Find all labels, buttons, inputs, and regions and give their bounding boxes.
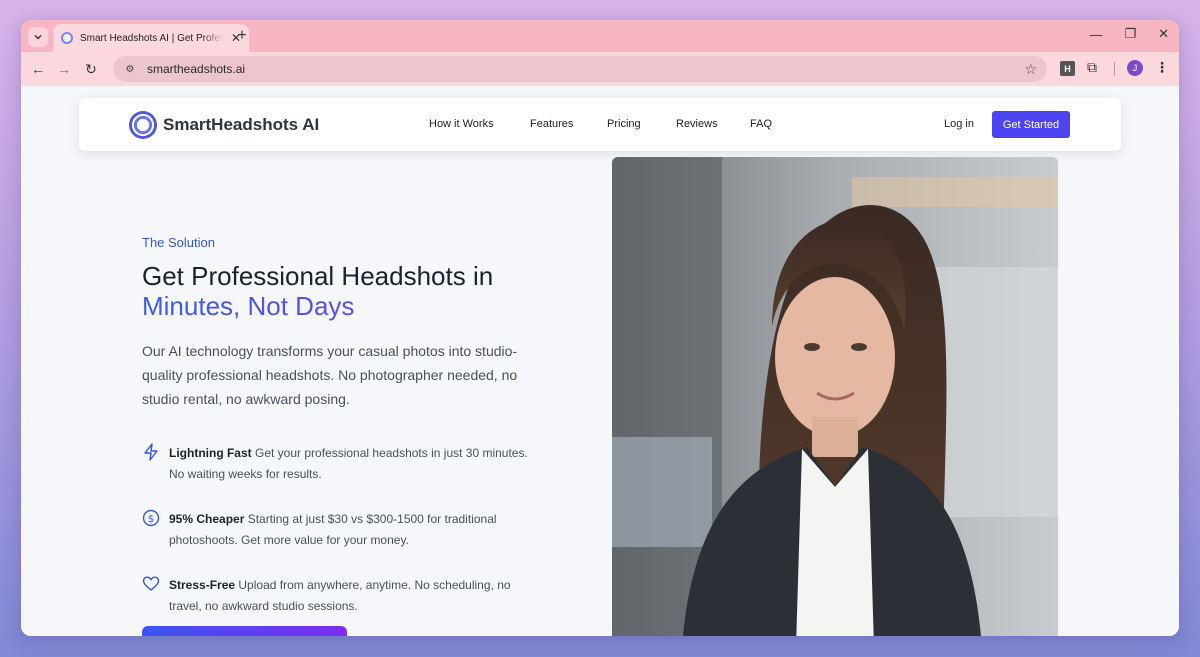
headline-line-2: Minutes, Not Days <box>142 291 562 321</box>
tab-search-button[interactable] <box>28 27 48 47</box>
toolbar-divider <box>1114 62 1115 76</box>
close-window-icon[interactable]: ✕ <box>1158 26 1169 42</box>
browser-toolbar: ← → ↻ ⚙ smartheadshots.ai ☆ H ⧉ J ⋮ <box>21 52 1179 86</box>
reload-icon[interactable]: ↻ <box>82 60 100 78</box>
section-eyebrow: The Solution <box>142 235 215 250</box>
new-tab-button[interactable]: + <box>233 27 251 45</box>
restore-icon[interactable]: ❐ <box>1124 26 1136 42</box>
more-menu-icon[interactable]: ⋮ <box>1155 59 1169 76</box>
browser-window: Smart Headshots AI | Get Professional He… <box>21 20 1179 636</box>
site-favicon-icon <box>61 32 73 44</box>
tab-strip: Smart Headshots AI | Get Professional He… <box>21 20 1179 52</box>
site-info-icon[interactable]: ⚙ <box>123 63 137 75</box>
feature-title: Lightning Fast <box>169 446 252 460</box>
chevron-down-icon <box>34 34 42 40</box>
hero-headline: Get Professional Headshots in Minutes, N… <box>142 261 562 321</box>
back-arrow-icon[interactable]: ← <box>29 60 47 78</box>
extensions-puzzle-icon[interactable]: ⧉ <box>1087 59 1097 76</box>
minimize-icon[interactable]: — <box>1089 27 1102 42</box>
heart-icon <box>142 576 160 591</box>
page-content: SmartHeadshots AI How it Works Features … <box>21 86 1179 636</box>
feature-title: 95% Cheaper <box>169 512 245 526</box>
logo-icon[interactable] <box>129 111 157 139</box>
profile-avatar[interactable]: J <box>1127 60 1143 76</box>
nav-link-reviews[interactable]: Reviews <box>676 118 718 130</box>
window-controls: — ❐ ✕ <box>1089 26 1169 42</box>
nav-link-how-it-works[interactable]: How it Works <box>429 118 494 130</box>
tab-active[interactable]: Smart Headshots AI | Get Professional He… <box>53 24 249 52</box>
hero-headshot-image <box>612 157 1058 636</box>
hero-cta-button[interactable] <box>142 626 347 636</box>
lightning-icon <box>144 443 158 461</box>
forward-arrow-icon[interactable]: → <box>55 60 73 78</box>
dollar-icon: $ <box>142 509 160 527</box>
site-navbar: SmartHeadshots AI How it Works Features … <box>79 98 1121 151</box>
nav-link-features[interactable]: Features <box>530 118 573 130</box>
bookmark-star-icon[interactable]: ☆ <box>1024 61 1037 78</box>
login-link[interactable]: Log in <box>944 118 974 130</box>
nav-link-faq[interactable]: FAQ <box>750 118 772 130</box>
headshot-illustration <box>612 157 1058 636</box>
svg-text:$: $ <box>148 514 154 525</box>
address-bar[interactable]: ⚙ smartheadshots.ai ☆ <box>113 56 1047 82</box>
nav-link-pricing[interactable]: Pricing <box>607 118 641 130</box>
get-started-button[interactable]: Get Started <box>992 111 1070 138</box>
tab-title: Smart Headshots AI | Get Professional He… <box>80 32 224 44</box>
url-text[interactable]: smartheadshots.ai <box>147 62 245 76</box>
feature-title: Stress-Free <box>169 578 236 592</box>
extension-h-icon[interactable]: H <box>1060 61 1075 76</box>
brand-name[interactable]: SmartHeadshots AI <box>163 115 319 135</box>
headline-line-1: Get Professional Headshots in <box>142 261 494 291</box>
hero-lead-paragraph: Our AI technology transforms your casual… <box>142 343 518 407</box>
